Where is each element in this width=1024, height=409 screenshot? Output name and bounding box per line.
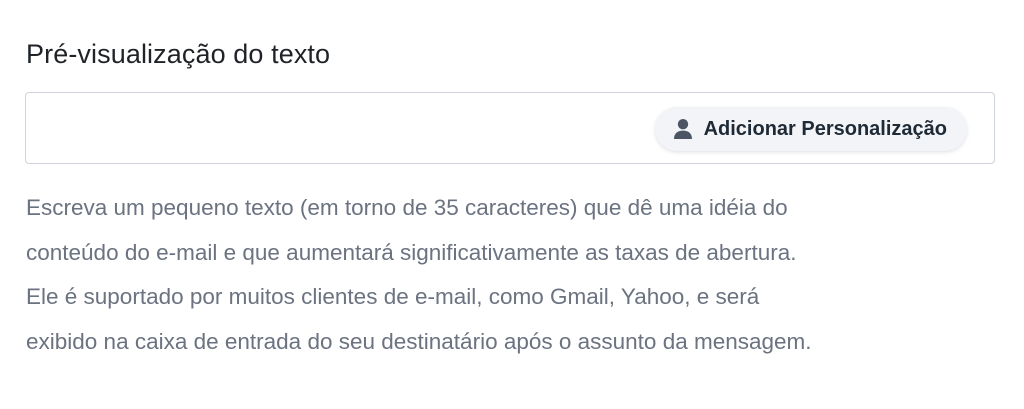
- preview-text-section: Pré-visualização do texto Adicionar Pers…: [0, 0, 1024, 409]
- help-text-line: Escreva um pequeno texto (em torno de 35…: [26, 195, 788, 220]
- field-label: Pré-visualização do texto: [26, 39, 331, 69]
- help-text-line: conteúdo do e-mail e que aumentará signi…: [26, 239, 797, 265]
- help-text: Escreva um pequeno texto (em torno de 35…: [26, 186, 1006, 364]
- user-icon: [673, 118, 693, 140]
- add-personalization-button[interactable]: Adicionar Personalização: [654, 107, 967, 151]
- preview-text-input[interactable]: [36, 103, 620, 155]
- help-text-line: Ele é suportado por muitos clientes de e…: [26, 284, 760, 309]
- help-text-line: exibido na caixa de entrada do seu desti…: [26, 328, 812, 354]
- add-personalization-label: Adicionar Personalização: [703, 117, 947, 140]
- preview-text-field[interactable]: Adicionar Personalização: [25, 92, 995, 164]
